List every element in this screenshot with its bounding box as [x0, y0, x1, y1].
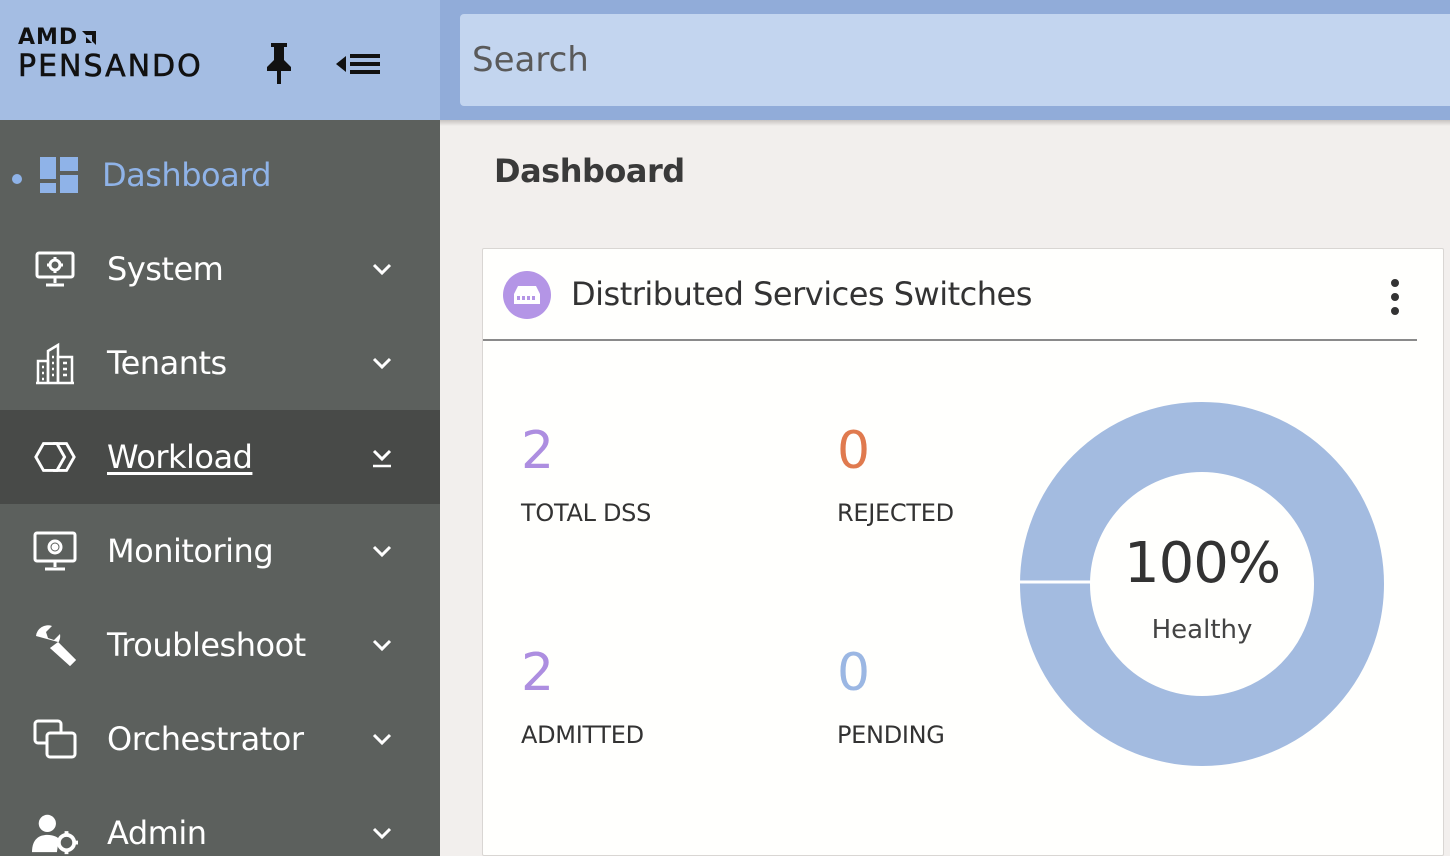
pensando-logo[interactable]: AMD PENSANDO — [18, 26, 203, 84]
topbar-shadow — [440, 120, 1450, 126]
nav-label-admin: Admin — [107, 814, 207, 852]
hexagons-icon — [32, 434, 78, 480]
stat-total-dss: 2 TOTAL DSS — [521, 421, 651, 527]
switch-icon — [503, 271, 551, 319]
page-title: Dashboard — [494, 152, 685, 190]
stat-label: ADMITTED — [521, 721, 644, 749]
chevron-down-icon[interactable] — [368, 443, 396, 471]
chevron-down-icon[interactable] — [368, 255, 396, 283]
dss-card: Distributed Services Switches 2 TOTAL DS… — [482, 248, 1444, 856]
stat-label: PENDING — [837, 721, 945, 749]
user-gear-icon — [32, 810, 78, 856]
stat-label: TOTAL DSS — [521, 499, 652, 527]
more-options-icon[interactable] — [1383, 277, 1407, 317]
nav-item-dashboard[interactable]: Dashboard — [0, 128, 440, 222]
windows-icon — [32, 716, 78, 762]
stat-rejected: 0 REJECTED — [837, 421, 954, 527]
nav-item-workload[interactable]: Workload — [0, 410, 440, 504]
chevron-down-icon[interactable] — [368, 725, 396, 753]
wrench-icon — [32, 622, 78, 668]
nav-item-system[interactable]: System — [0, 222, 440, 316]
nav-item-orchestrator[interactable]: Orchestrator — [0, 692, 440, 786]
collapse-menu-icon[interactable] — [334, 48, 382, 80]
logo-company: AMD — [18, 25, 79, 50]
stat-value: 2 — [521, 643, 555, 703]
sidebar: AMD PENSANDO Dashboard System Tenants Wo… — [0, 0, 440, 856]
nav-label-orchestrator: Orchestrator — [107, 720, 304, 758]
nav-label-monitoring: Monitoring — [107, 532, 274, 570]
card-header: Distributed Services Switches — [483, 249, 1417, 341]
brand-header: AMD PENSANDO — [0, 0, 440, 120]
main-nav: Dashboard System Tenants Workload Monito… — [0, 128, 440, 856]
chevron-down-icon[interactable] — [368, 819, 396, 847]
nav-label-dashboard: Dashboard — [102, 156, 272, 194]
nav-label-troubleshoot: Troubleshoot — [107, 626, 306, 664]
building-icon — [32, 340, 78, 386]
top-bar — [440, 0, 1450, 120]
nav-item-troubleshoot[interactable]: Troubleshoot — [0, 598, 440, 692]
selected-indicator — [12, 174, 22, 184]
nav-item-tenants[interactable]: Tenants — [0, 316, 440, 410]
nav-label-system: System — [107, 250, 224, 288]
stat-admitted: 2 ADMITTED — [521, 643, 644, 749]
nav-label-workload: Workload — [107, 438, 253, 476]
stat-value: 0 — [837, 643, 871, 703]
stat-pending: 0 PENDING — [837, 643, 945, 749]
chevron-down-icon[interactable] — [368, 349, 396, 377]
health-percent: 100% — [1123, 531, 1281, 596]
nav-item-admin[interactable]: Admin — [0, 786, 440, 856]
chevron-down-icon[interactable] — [368, 537, 396, 565]
nav-label-tenants: Tenants — [107, 344, 227, 382]
health-label: Healthy — [1151, 615, 1253, 645]
monitor-gear-icon — [32, 528, 78, 574]
stat-value: 0 — [837, 421, 871, 481]
monitor-gear-icon — [32, 246, 78, 292]
logo-product: PENSANDO — [18, 49, 203, 84]
dashboard-icon — [36, 152, 82, 198]
nav-item-monitoring[interactable]: Monitoring — [0, 504, 440, 598]
stat-label: REJECTED — [837, 499, 954, 527]
pin-icon[interactable] — [262, 40, 296, 86]
chevron-down-icon[interactable] — [368, 631, 396, 659]
amd-arrow-icon — [82, 31, 97, 45]
search-input[interactable] — [460, 14, 1450, 106]
stat-value: 2 — [521, 421, 555, 481]
card-title: Distributed Services Switches — [571, 275, 1032, 313]
